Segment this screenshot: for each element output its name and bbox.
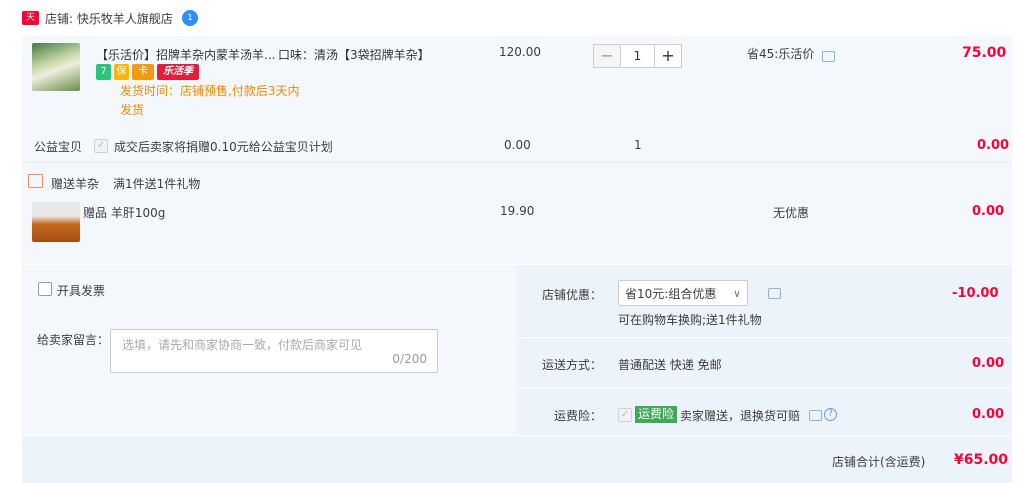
quantity-input[interactable]: 1 [621, 44, 654, 68]
invoice-label[interactable]: 开具发票 [57, 282, 105, 299]
shop-name-link[interactable]: 店铺: 快乐牧羊人旗舰店 [45, 10, 173, 27]
insurance-price: 0.00 [972, 407, 1005, 422]
shop-discount-select[interactable]: 省10元:组合优惠 ∨ [618, 280, 748, 306]
invoice-checkbox[interactable] [38, 282, 52, 296]
item-discount: 省45:乐活价 [747, 47, 815, 61]
product-sku: 口味：清汤【3袋招牌羊杂】 [278, 48, 430, 62]
shop-header: 天猫 店铺: 快乐牧羊人旗舰店 1 [0, 0, 1019, 37]
item-subtotal: 75.00 [962, 45, 1007, 61]
product-thumbnail[interactable] [32, 43, 80, 91]
shipping-value: 普通配送 快递 免邮 [618, 358, 722, 372]
message-counter: 0/200 [392, 352, 427, 366]
help-icon[interactable]: ? [824, 408, 837, 421]
checkout-options: 店铺优惠： 省10元:组合优惠 ∨ 可在购物车换购;送1件礼物 -10.00 运… [517, 265, 1012, 435]
insurance-label: 运费险： [554, 409, 603, 423]
shipping-price: 0.00 [972, 356, 1005, 371]
discount-chat-icon[interactable] [822, 51, 835, 62]
insurance-checkbox: ✓ [618, 408, 632, 422]
gift-icon [28, 174, 43, 188]
shop-total-bar: 店铺合计(含运费) ¥65.00 [22, 436, 1012, 483]
divider [517, 337, 1012, 338]
service-tags: 7 保 卡 乐活季 [96, 64, 199, 80]
shop-total-label: 店铺合计(含运费) [832, 455, 926, 469]
divider [22, 162, 1012, 163]
shop-total-value: ¥65.00 [954, 452, 1009, 468]
quantity-stepper: − 1 + [593, 44, 682, 68]
charity-price: 0.00 [504, 138, 531, 152]
gift-subtotal: 0.00 [972, 204, 1005, 219]
shipping-label: 运送方式： [542, 358, 603, 372]
discount-info-icon[interactable] [768, 288, 781, 299]
message-label: 给卖家留言： [37, 333, 110, 347]
gift-discount: 无优惠 [773, 206, 810, 220]
shop-discount-selected: 省10元:组合优惠 [625, 286, 717, 301]
unit-price: 120.00 [499, 45, 541, 59]
chevron-down-icon: ∨ [732, 286, 741, 300]
ship-time-text-2: 发货 [120, 103, 145, 117]
insurance-chat-icon[interactable] [809, 410, 822, 421]
insurance-text: 卖家赠送，退换货可赔 [680, 409, 801, 423]
charity-qty: 1 [634, 138, 642, 152]
shop-discount-note: 可在购物车换购;送1件礼物 [618, 313, 762, 327]
message-placeholder: 选填，请先和商家协商一致，付款后商家可见 [122, 338, 363, 352]
card-icon[interactable]: 卡 [132, 64, 154, 80]
guarantee-icon[interactable]: 保 [114, 64, 129, 80]
gift-header: 赠送羊杂 [51, 177, 100, 191]
ship-time-text: 发货时间：店铺预售,付款后3天内 [120, 84, 300, 98]
wangwang-chat-icon[interactable]: 1 [182, 10, 198, 26]
gift-rule: 满1件送1件礼物 [113, 177, 201, 191]
lehuoji-icon[interactable]: 乐活季 [157, 64, 199, 80]
charity-label: 公益宝贝 [34, 140, 83, 154]
quantity-plus-button[interactable]: + [654, 44, 682, 68]
product-title-link[interactable]: 【乐活价】招牌羊杂内蒙羊汤羊... [96, 46, 275, 63]
order-options-panel: 开具发票 给卖家留言： 选填，请先和商家协商一致，付款后商家可见 0/200 店… [22, 265, 1012, 435]
shop-discount-label: 店铺优惠： [542, 288, 603, 302]
gift-name: 赠品 羊肝100g [83, 206, 166, 220]
insurance-tag: 运费险 [635, 406, 678, 423]
quantity-minus-button[interactable]: − [593, 44, 621, 68]
charity-checkbox: ✓ [94, 139, 108, 153]
order-items-panel: 【乐活价】招牌羊杂内蒙羊汤羊... 口味：清汤【3袋招牌羊杂】 7 保 卡 乐活… [22, 36, 1012, 264]
divider [517, 387, 1012, 388]
seven-day-return-icon[interactable]: 7 [96, 64, 111, 80]
gift-thumbnail[interactable] [32, 202, 80, 242]
gift-price: 19.90 [500, 204, 535, 218]
charity-text: 成交后卖家将捐赠0.10元给公益宝贝计划 [114, 140, 333, 154]
tmall-icon: 天猫 [22, 11, 39, 37]
message-textarea[interactable]: 选填，请先和商家协商一致，付款后商家可见 0/200 [110, 329, 438, 373]
charity-subtotal: 0.00 [977, 138, 1010, 153]
shop-discount-value: -10.00 [952, 286, 999, 301]
